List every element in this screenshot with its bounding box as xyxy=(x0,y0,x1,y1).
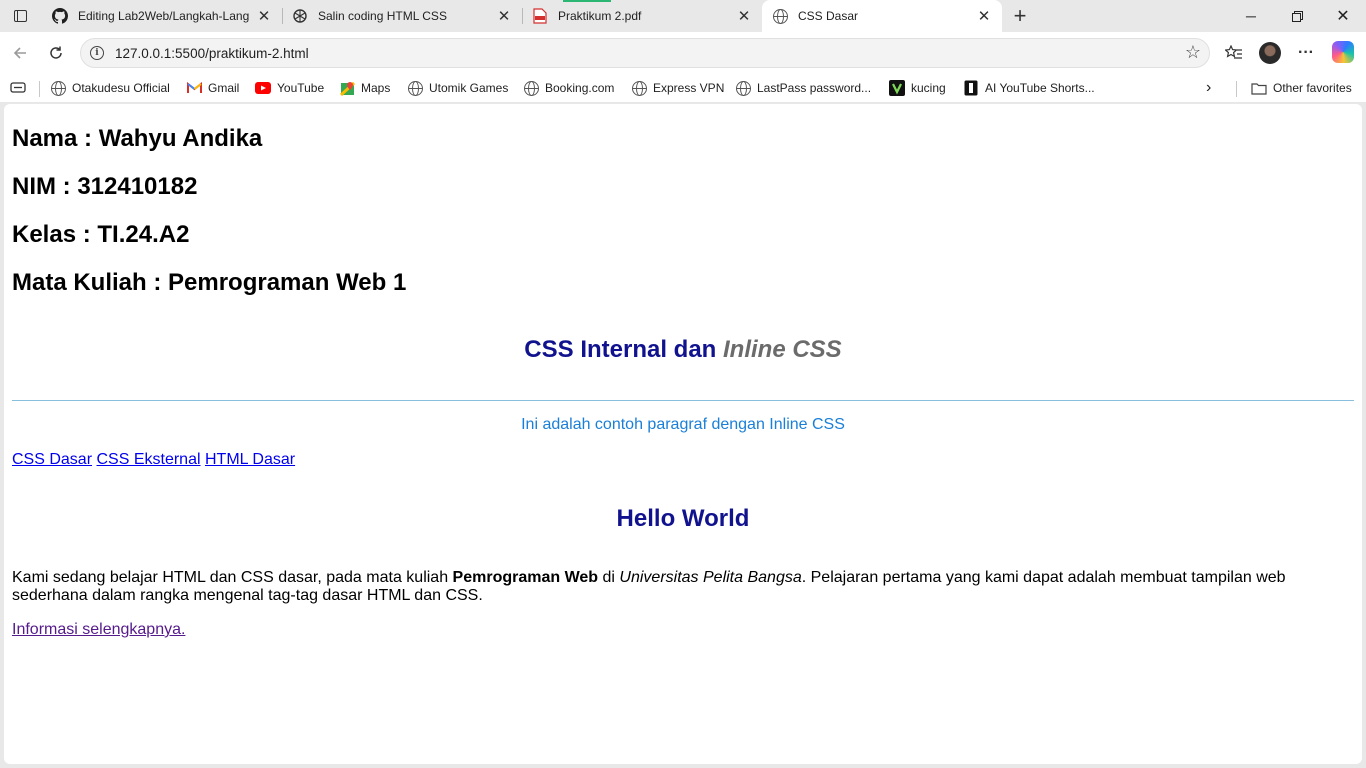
bookmark-app-icon xyxy=(963,80,979,96)
body-italic-text: Universitas Pelita Bangsa xyxy=(619,569,802,586)
bookmark-booking[interactable]: Booking.com xyxy=(523,79,614,97)
close-tab-icon[interactable]: ✕ xyxy=(256,8,272,25)
globe-icon xyxy=(735,80,751,96)
close-tab-icon[interactable]: ✕ xyxy=(496,8,512,25)
body-paragraph: Kami sedang belajar HTML dan CSS dasar, … xyxy=(12,569,1354,605)
bookmarks-divider xyxy=(39,81,40,97)
tab-github[interactable]: Editing Lab2Web/Langkah-Langkah ✕ xyxy=(42,0,282,32)
tab-strip: Editing Lab2Web/Langkah-Langkah ✕ Salin … xyxy=(0,0,1366,32)
bookmark-label: Otakudesu Official xyxy=(72,81,170,95)
tab-title: Praktikum 2.pdf xyxy=(558,9,642,23)
globe-icon xyxy=(772,8,788,24)
bookmark-otakudesu[interactable]: Otakudesu Official xyxy=(50,79,170,97)
url-text: 127.0.0.1:5500/praktikum-2.html xyxy=(115,46,309,61)
hello-world-heading: Hello World xyxy=(616,505,750,532)
github-icon xyxy=(52,8,68,24)
body-text: di xyxy=(598,569,620,586)
vim-icon xyxy=(889,80,905,96)
globe-icon xyxy=(407,80,423,96)
youtube-icon xyxy=(255,80,271,96)
new-tab-button[interactable]: + xyxy=(1008,3,1032,28)
bookmark-expressvpn[interactable]: Express VPN xyxy=(631,79,724,97)
window-bottom-edge xyxy=(0,764,1366,768)
student-class-heading: Kelas : TI.24.A2 xyxy=(12,221,190,248)
css-heading: CSS Internal dan Inline CSS xyxy=(12,336,1354,364)
bookmark-label: kucing xyxy=(911,81,946,95)
bookmark-ai-youtube-shorts[interactable]: AI YouTube Shorts... xyxy=(963,79,1095,97)
bookmark-youtube[interactable]: YouTube xyxy=(255,79,324,97)
bookmarks-overflow-chevron-icon[interactable]: › xyxy=(1206,79,1211,97)
browser-toolbar: i 127.0.0.1:5500/praktikum-2.html ☆ ··· xyxy=(0,32,1366,74)
bookmark-utomik[interactable]: Utomik Games xyxy=(407,79,508,97)
tab-title: CSS Dasar xyxy=(798,9,859,23)
link-html-dasar[interactable]: HTML Dasar xyxy=(205,451,295,468)
css-heading-inline: Inline CSS xyxy=(723,336,842,363)
close-window-button[interactable]: ✕ xyxy=(1320,0,1366,32)
tab-chatgpt[interactable]: Salin coding HTML CSS ✕ xyxy=(282,0,522,32)
body-text: Kami sedang belajar HTML dan CSS dasar, … xyxy=(12,569,453,586)
copilot-icon[interactable] xyxy=(1332,41,1354,63)
horizontal-rule xyxy=(12,400,1354,401)
bookmarks-bar: Otakudesu Official Gmail YouTube Maps Ut… xyxy=(0,74,1366,102)
page-viewport: Nama : Wahyu Andika NIM : 312410182 Kela… xyxy=(4,104,1362,764)
other-favorites[interactable]: Other favorites xyxy=(1251,79,1352,97)
chatgpt-icon xyxy=(292,8,308,24)
tab-css-dasar[interactable]: CSS Dasar ✕ xyxy=(762,0,1002,32)
link-css-dasar[interactable]: CSS Dasar xyxy=(12,451,92,468)
bookmark-label: YouTube xyxy=(277,81,325,95)
tab-loading-indicator xyxy=(563,0,611,2)
tab-actions-icon xyxy=(13,10,27,22)
refresh-button[interactable] xyxy=(42,39,70,67)
bookmark-label: LastPass password... xyxy=(757,81,872,95)
bookmark-label: Booking.com xyxy=(545,81,615,95)
globe-icon xyxy=(631,80,647,96)
address-bar[interactable]: i 127.0.0.1:5500/praktikum-2.html ☆ xyxy=(80,38,1210,68)
bookmark-label: Express VPN xyxy=(653,81,725,95)
nav-links: CSS Dasar CSS Eksternal HTML Dasar xyxy=(12,451,295,469)
tab-actions-button[interactable] xyxy=(6,4,34,28)
minimize-button[interactable]: ─ xyxy=(1228,0,1274,32)
student-nim-heading: NIM : 312410182 xyxy=(12,173,198,200)
student-name-heading: Nama : Wahyu Andika xyxy=(12,125,263,152)
globe-icon xyxy=(523,80,539,96)
tab-pdf[interactable]: Praktikum 2.pdf ✕ xyxy=(522,0,762,32)
bookmark-label: Maps xyxy=(361,81,391,95)
maps-icon xyxy=(339,80,355,96)
profile-avatar[interactable] xyxy=(1259,42,1281,64)
body-bold-text: Pemrograman Web xyxy=(452,569,599,586)
more-info-link[interactable]: Informasi selengkapnya. xyxy=(12,621,185,639)
favorite-star-icon[interactable]: ☆ xyxy=(1185,42,1201,63)
inline-css-paragraph: Ini adalah contoh paragraf dengan Inline… xyxy=(521,416,845,433)
other-favorites-label: Other favorites xyxy=(1273,81,1352,95)
restore-icon xyxy=(1291,10,1303,22)
bookmark-lastpass[interactable]: LastPass password... xyxy=(735,79,871,97)
more-options-icon[interactable]: ··· xyxy=(1294,41,1318,65)
folder-icon xyxy=(1251,80,1267,96)
refresh-icon xyxy=(50,46,62,59)
course-heading: Mata Kuliah : Pemrograman Web 1 xyxy=(12,269,407,296)
bookmark-label: Gmail xyxy=(208,81,240,95)
tab-title: Salin coding HTML CSS xyxy=(318,9,447,23)
close-tab-icon[interactable]: ✕ xyxy=(976,8,992,25)
bookmark-label: AI YouTube Shorts... xyxy=(985,81,1095,95)
back-button[interactable] xyxy=(6,39,34,67)
site-info-icon[interactable]: i xyxy=(90,46,104,60)
globe-icon xyxy=(50,80,66,96)
bookmark-gmail[interactable]: Gmail xyxy=(186,79,239,97)
pdf-icon xyxy=(532,8,548,24)
bookmark-label: Utomik Games xyxy=(429,81,509,95)
back-arrow-icon xyxy=(13,47,26,59)
close-tab-icon[interactable]: ✕ xyxy=(736,8,752,25)
bookmark-maps[interactable]: Maps xyxy=(339,79,390,97)
reading-list-icon[interactable] xyxy=(10,79,26,97)
bookmarks-divider xyxy=(1236,81,1237,97)
css-heading-main: CSS Internal dan xyxy=(524,336,723,363)
favorites-icon[interactable] xyxy=(1222,41,1246,65)
tab-title: Editing Lab2Web/Langkah-Langkah xyxy=(78,9,250,23)
restore-button[interactable] xyxy=(1274,0,1320,32)
bookmark-kucing[interactable]: kucing xyxy=(889,79,946,97)
link-css-eksternal[interactable]: CSS Eksternal xyxy=(96,451,200,468)
gmail-icon xyxy=(186,80,202,96)
